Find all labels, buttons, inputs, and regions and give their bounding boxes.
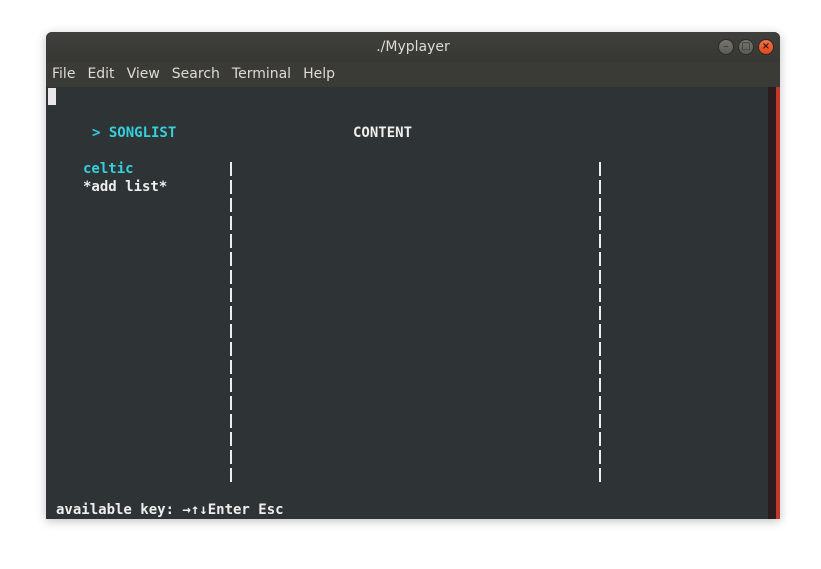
terminal-window: ./Myplayer – □ × File Edit View Search T… — [46, 32, 780, 519]
menu-file[interactable]: File — [46, 62, 81, 87]
content-header: CONTENT — [353, 125, 413, 141]
close-icon[interactable]: × — [758, 39, 774, 55]
maximize-icon[interactable]: □ — [738, 39, 754, 55]
songlist-item-celtic[interactable]: celtic — [83, 160, 134, 178]
column-divider-left — [230, 162, 232, 486]
minimize-icon[interactable]: – — [718, 39, 734, 55]
footer-available-keys: available key: →↑↓Enter Esc — [56, 502, 284, 518]
titlebar[interactable]: ./Myplayer – □ × — [46, 32, 780, 62]
terminal-scrollbar[interactable] — [768, 87, 780, 519]
menu-help[interactable]: Help — [297, 62, 341, 87]
window-controls: – □ × — [718, 39, 774, 55]
menu-view[interactable]: View — [121, 62, 166, 87]
terminal-area[interactable]: > SONGLIST CONTENT celtic *add list* ava… — [46, 87, 768, 519]
menu-edit[interactable]: Edit — [81, 62, 120, 87]
scrollbar-thumb[interactable] — [776, 87, 780, 519]
column-divider-right — [599, 162, 601, 486]
menu-terminal[interactable]: Terminal — [226, 62, 297, 87]
menu-search[interactable]: Search — [166, 62, 226, 87]
menubar: File Edit View Search Terminal Help — [46, 62, 780, 87]
songlist-header: > SONGLIST — [92, 125, 177, 141]
songlist-item-add-list[interactable]: *add list* — [83, 178, 167, 196]
terminal-cursor — [48, 88, 56, 105]
window-title: ./Myplayer — [376, 39, 450, 55]
